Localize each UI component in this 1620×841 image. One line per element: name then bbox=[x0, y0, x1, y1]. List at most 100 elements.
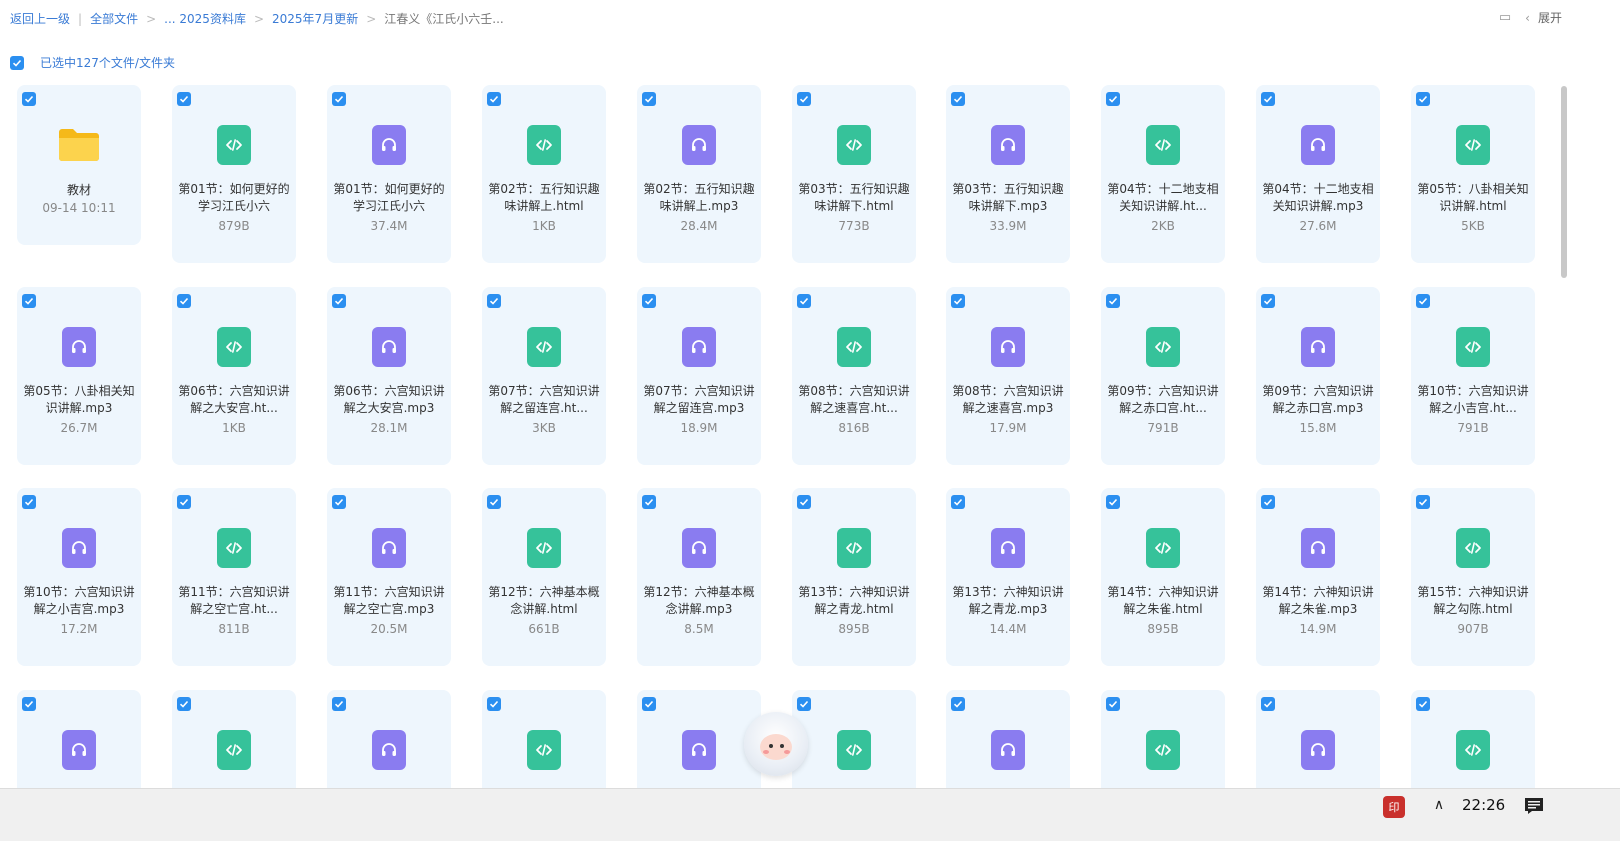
file-card[interactable]: 第01节：如何更好的学习江氏小六 879B bbox=[172, 85, 296, 263]
file-checkbox[interactable] bbox=[332, 294, 346, 308]
file-checkbox[interactable] bbox=[951, 92, 965, 106]
file-card[interactable] bbox=[1256, 690, 1380, 788]
file-checkbox[interactable] bbox=[642, 495, 656, 509]
file-checkbox[interactable] bbox=[642, 92, 656, 106]
breadcrumb-library[interactable]: ... 2025资料库 bbox=[164, 10, 246, 27]
file-card[interactable]: 第04节：十二地支相关知识讲解.ht... 2KB bbox=[1101, 85, 1225, 263]
file-card[interactable]: 第11节：六宫知识讲解之空亡宫.mp3 20.5M bbox=[327, 488, 451, 666]
breadcrumb-update[interactable]: 2025年7月更新 bbox=[272, 10, 358, 27]
file-card[interactable]: 第09节：六宫知识讲解之赤口宫.ht... 791B bbox=[1101, 287, 1225, 465]
folder-card[interactable]: 教材 09-14 10:11 bbox=[17, 85, 141, 245]
audio-file-icon bbox=[991, 528, 1025, 568]
file-checkbox[interactable] bbox=[487, 294, 501, 308]
assistant-mascot-icon[interactable] bbox=[744, 712, 808, 776]
file-checkbox[interactable] bbox=[22, 294, 36, 308]
file-card[interactable]: 第03节：五行知识趣味讲解下.mp3 33.9M bbox=[946, 85, 1070, 263]
file-checkbox[interactable] bbox=[1106, 294, 1120, 308]
back-link[interactable]: 返回上一级 bbox=[10, 10, 70, 27]
file-checkbox[interactable] bbox=[797, 697, 811, 711]
file-checkbox[interactable] bbox=[22, 92, 36, 106]
file-card[interactable] bbox=[482, 690, 606, 788]
file-card[interactable]: 第11节：六宫知识讲解之空亡宫.ht... 811B bbox=[172, 488, 296, 666]
file-card[interactable]: 第07节：六宫知识讲解之留连宫.mp3 18.9M bbox=[637, 287, 761, 465]
file-checkbox[interactable] bbox=[1416, 92, 1430, 106]
file-checkbox[interactable] bbox=[1106, 495, 1120, 509]
file-card[interactable] bbox=[172, 690, 296, 788]
audio-file-icon bbox=[372, 528, 406, 568]
select-all-checkbox[interactable] bbox=[10, 55, 24, 70]
file-checkbox[interactable] bbox=[797, 92, 811, 106]
file-checkbox[interactable] bbox=[951, 697, 965, 711]
file-card[interactable]: 第14节：六神知识讲解之朱雀.html 895B bbox=[1101, 488, 1225, 666]
file-card[interactable]: 第06节：六宫知识讲解之大安宫.mp3 28.1M bbox=[327, 287, 451, 465]
file-checkbox[interactable] bbox=[487, 495, 501, 509]
file-card[interactable]: 第12节：六神基本概念讲解.html 661B bbox=[482, 488, 606, 666]
file-checkbox[interactable] bbox=[177, 92, 191, 106]
scrollbar-thumb[interactable] bbox=[1561, 86, 1567, 278]
file-card[interactable]: 第14节：六神知识讲解之朱雀.mp3 14.9M bbox=[1256, 488, 1380, 666]
file-checkbox[interactable] bbox=[332, 495, 346, 509]
file-checkbox[interactable] bbox=[177, 294, 191, 308]
file-card[interactable]: 第13节：六神知识讲解之青龙.mp3 14.4M bbox=[946, 488, 1070, 666]
chevron-left-icon[interactable]: ‹ bbox=[1525, 11, 1530, 25]
audio-file-icon bbox=[372, 125, 406, 165]
file-checkbox[interactable] bbox=[797, 495, 811, 509]
file-card[interactable]: 第03节：五行知识趣味讲解下.html 773B bbox=[792, 85, 916, 263]
file-checkbox[interactable] bbox=[1416, 697, 1430, 711]
file-checkbox[interactable] bbox=[22, 697, 36, 711]
file-card[interactable]: 第15节：六神知识讲解之勾陈.html 907B bbox=[1411, 488, 1535, 666]
file-checkbox[interactable] bbox=[1106, 697, 1120, 711]
file-checkbox[interactable] bbox=[642, 697, 656, 711]
file-checkbox[interactable] bbox=[642, 294, 656, 308]
file-checkbox[interactable] bbox=[332, 92, 346, 106]
file-card[interactable]: 第10节：六宫知识讲解之小吉宫.ht... 791B bbox=[1411, 287, 1535, 465]
file-card[interactable]: 第05节：八卦相关知识讲解.mp3 26.7M bbox=[17, 287, 141, 465]
file-size: 879B bbox=[218, 219, 250, 233]
file-card[interactable]: 第02节：五行知识趣味讲解上.html 1KB bbox=[482, 85, 606, 263]
file-checkbox[interactable] bbox=[951, 294, 965, 308]
file-checkbox[interactable] bbox=[1261, 294, 1275, 308]
file-checkbox[interactable] bbox=[1416, 294, 1430, 308]
tray-expand-icon[interactable]: ∧ bbox=[1431, 797, 1447, 813]
file-checkbox[interactable] bbox=[797, 294, 811, 308]
expand-button[interactable]: 展开 bbox=[1538, 9, 1562, 26]
file-card[interactable]: 第05节：八卦相关知识讲解.html 5KB bbox=[1411, 85, 1535, 263]
file-card[interactable]: 第04节：十二地支相关知识讲解.mp3 27.6M bbox=[1256, 85, 1380, 263]
file-card[interactable]: 第07节：六宫知识讲解之留连宫.ht... 3KB bbox=[482, 287, 606, 465]
file-card[interactable] bbox=[792, 690, 916, 788]
file-name: 第03节：五行知识趣味讲解下.mp3 bbox=[952, 182, 1064, 213]
taskbar-clock[interactable]: 22:26 bbox=[1462, 796, 1505, 814]
file-checkbox[interactable] bbox=[1416, 495, 1430, 509]
file-checkbox[interactable] bbox=[1261, 495, 1275, 509]
file-card[interactable]: 第13节：六神知识讲解之青龙.html 895B bbox=[792, 488, 916, 666]
tray-app-icon[interactable]: 印 bbox=[1383, 796, 1405, 818]
breadcrumb-all-files[interactable]: 全部文件 bbox=[90, 10, 138, 27]
file-card[interactable] bbox=[637, 690, 761, 788]
notification-icon[interactable] bbox=[1524, 797, 1544, 815]
file-checkbox[interactable] bbox=[1261, 92, 1275, 106]
file-card[interactable] bbox=[17, 690, 141, 788]
file-card[interactable] bbox=[1101, 690, 1225, 788]
file-card[interactable]: 第10节：六宫知识讲解之小吉宫.mp3 17.2M bbox=[17, 488, 141, 666]
file-checkbox[interactable] bbox=[1106, 92, 1120, 106]
file-card[interactable]: 第06节：六宫知识讲解之大安宫.ht... 1KB bbox=[172, 287, 296, 465]
file-card[interactable] bbox=[1411, 690, 1535, 788]
file-checkbox[interactable] bbox=[951, 495, 965, 509]
file-card[interactable]: 第12节：六神基本概念讲解.mp3 8.5M bbox=[637, 488, 761, 666]
panel-icon[interactable]: ▭ bbox=[1499, 10, 1511, 25]
file-card[interactable]: 第08节：六宫知识讲解之速喜宫.mp3 17.9M bbox=[946, 287, 1070, 465]
file-checkbox[interactable] bbox=[487, 697, 501, 711]
file-card[interactable]: 第01节：如何更好的学习江氏小六 37.4M bbox=[327, 85, 451, 263]
file-size: 791B bbox=[1147, 421, 1179, 435]
file-checkbox[interactable] bbox=[22, 495, 36, 509]
file-checkbox[interactable] bbox=[1261, 697, 1275, 711]
file-card[interactable] bbox=[946, 690, 1070, 788]
file-card[interactable]: 第02节：五行知识趣味讲解上.mp3 28.4M bbox=[637, 85, 761, 263]
file-card[interactable] bbox=[327, 690, 451, 788]
file-checkbox[interactable] bbox=[332, 697, 346, 711]
file-checkbox[interactable] bbox=[177, 697, 191, 711]
file-checkbox[interactable] bbox=[177, 495, 191, 509]
file-card[interactable]: 第08节：六宫知识讲解之速喜宫.ht... 816B bbox=[792, 287, 916, 465]
file-card[interactable]: 第09节：六宫知识讲解之赤口宫.mp3 15.8M bbox=[1256, 287, 1380, 465]
file-checkbox[interactable] bbox=[487, 92, 501, 106]
